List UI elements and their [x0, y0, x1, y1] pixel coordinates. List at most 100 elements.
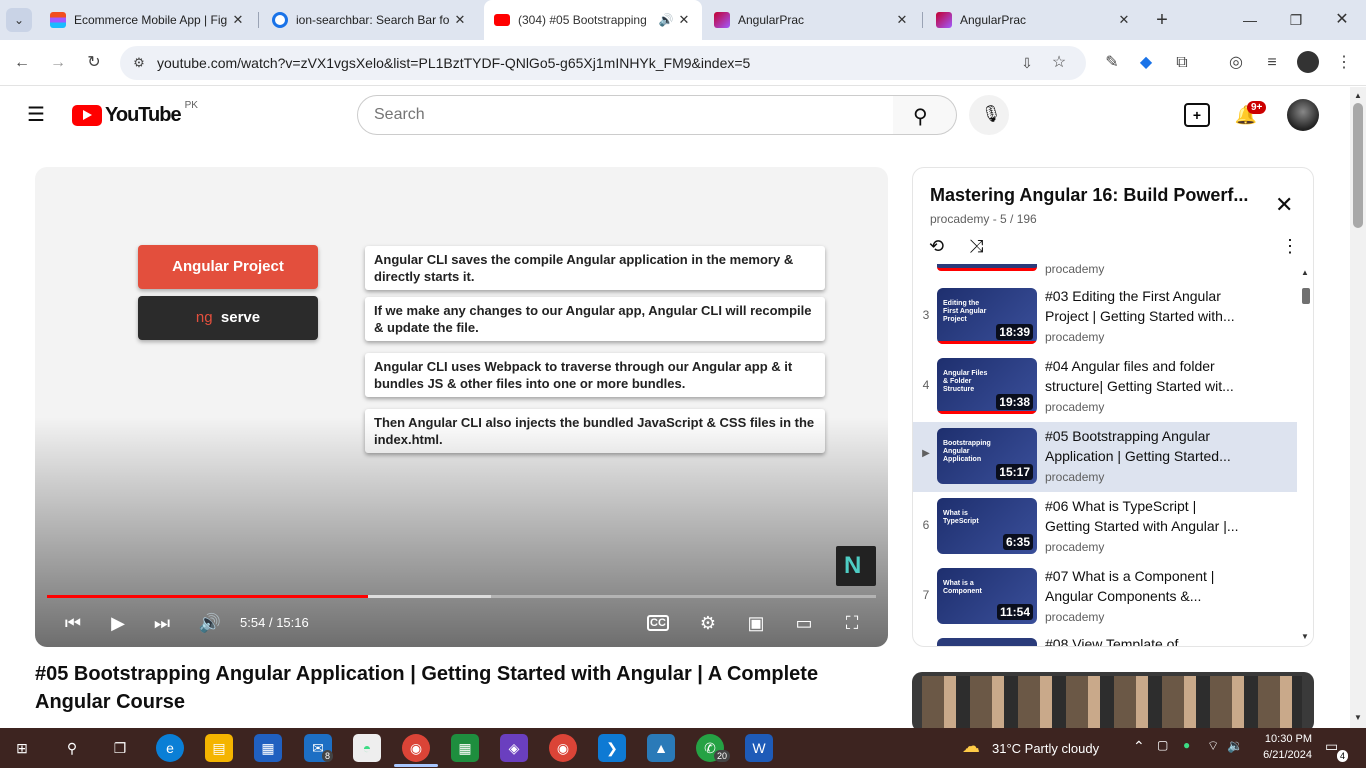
- tab-angularprac-2[interactable]: AngularPrac ✕: [926, 0, 1142, 40]
- clock[interactable]: 10:30 PM 6/21/2024: [1252, 731, 1312, 763]
- file-explorer-icon[interactable]: ▤: [205, 734, 233, 762]
- microphone-icon: 🎙: [981, 106, 1002, 123]
- close-icon[interactable]: ✕: [1275, 192, 1293, 218]
- minimize-button[interactable]: —: [1238, 8, 1262, 32]
- vscode-icon[interactable]: ❯: [598, 734, 626, 762]
- item-index: 6: [922, 518, 930, 532]
- performance-icon[interactable]: ◎: [1224, 51, 1248, 75]
- profile-avatar[interactable]: [1297, 51, 1319, 73]
- video-player[interactable]: Angular Project ng serve Angular CLI sav…: [35, 167, 888, 647]
- create-video-icon[interactable]: +: [1184, 103, 1210, 127]
- watermark-glyph: N: [844, 552, 862, 579]
- tab-figma[interactable]: Ecommerce Mobile App | Fig ✕: [40, 0, 256, 40]
- close-window-button[interactable]: ✕: [1330, 8, 1354, 32]
- miniplayer-icon[interactable]: ▣: [743, 611, 769, 635]
- close-tab-icon[interactable]: ✕: [676, 12, 692, 28]
- search-button[interactable]: ⚲: [893, 95, 957, 135]
- playlist-item-current[interactable]: ▶ Bootstrapping Angular Application 15:1…: [913, 422, 1297, 492]
- more-options-icon[interactable]: ⋮: [1281, 236, 1299, 257]
- close-tab-icon[interactable]: ✕: [1116, 12, 1132, 28]
- close-tab-icon[interactable]: ✕: [230, 12, 246, 28]
- store-icon[interactable]: ▦: [254, 734, 282, 762]
- reload-icon[interactable]: ↻: [82, 51, 106, 75]
- captions-icon[interactable]: CC: [647, 615, 669, 631]
- media-control-icon[interactable]: ≡: [1260, 51, 1284, 75]
- voice-search-button[interactable]: 🎙: [969, 95, 1009, 135]
- tray-app-icon[interactable]: ▢: [1157, 738, 1168, 752]
- watched-bar: [937, 411, 1037, 414]
- close-tab-icon[interactable]: ✕: [894, 12, 910, 28]
- tray-security-icon[interactable]: ●: [1183, 738, 1190, 752]
- weather-text[interactable]: 31°C Partly cloudy: [992, 741, 1099, 756]
- chrome-profile-icon[interactable]: ◉: [549, 734, 577, 762]
- page-scroll-thumb[interactable]: [1353, 103, 1363, 228]
- photos-icon[interactable]: ▲: [647, 734, 675, 762]
- word-icon[interactable]: W: [745, 734, 773, 762]
- back-icon[interactable]: ←: [10, 51, 34, 75]
- scroll-down-icon[interactable]: ▼: [1301, 632, 1309, 641]
- task-view-icon[interactable]: ❐: [106, 734, 134, 762]
- playlist-item[interactable]: 3 Editing the First Angular Project 18:3…: [913, 282, 1297, 352]
- theater-mode-icon[interactable]: ▭: [791, 611, 817, 635]
- visual-studio-icon[interactable]: ◈: [500, 734, 528, 762]
- tab-youtube-active[interactable]: (304) #05 Bootstrapping 🔊 ✕: [484, 0, 702, 40]
- bookmark-star-icon[interactable]: ☆: [1048, 52, 1070, 74]
- new-tab-button[interactable]: +: [1150, 8, 1174, 32]
- item-channel: procademy: [1045, 610, 1105, 624]
- volume-icon[interactable]: 🔊: [197, 611, 223, 635]
- windows-start-icon[interactable]: ⊞: [8, 734, 36, 762]
- volume-tray-icon[interactable]: 🔉: [1227, 738, 1243, 754]
- search-input[interactable]: [374, 104, 874, 126]
- fullscreen-icon[interactable]: ⛶: [839, 611, 865, 635]
- menu-kebab-icon[interactable]: ⋮: [1332, 51, 1356, 75]
- scroll-up-icon[interactable]: ▲: [1354, 91, 1362, 100]
- wifi-icon[interactable]: ⌔: [1207, 738, 1219, 754]
- chrome-taskbar-icon[interactable]: ◉: [402, 734, 430, 762]
- next-icon[interactable]: ⏭: [149, 611, 175, 635]
- duration-badge: 15:17: [996, 464, 1033, 480]
- channel-watermark-icon[interactable]: N: [836, 546, 876, 586]
- youtube-logo[interactable]: YouTube PK: [72, 100, 198, 126]
- playlist-item[interactable]: 4 Angular Files & Folder Structure 19:38…: [913, 352, 1297, 422]
- shuffle-icon[interactable]: ⤨: [969, 236, 983, 257]
- forward-icon[interactable]: →: [46, 51, 70, 75]
- tab-angularprac-1[interactable]: AngularPrac ✕: [704, 0, 920, 40]
- weather-icon[interactable]: ☁: [962, 736, 980, 757]
- tray-chevron-icon[interactable]: ⌃: [1133, 738, 1145, 755]
- playlist-scrollbar[interactable]: ▲ ▼: [1299, 268, 1313, 646]
- extensions-icon[interactable]: ⧉: [1170, 51, 1194, 75]
- hamburger-menu-icon[interactable]: ☰: [24, 103, 48, 127]
- address-bar[interactable]: ⚙ youtube.com/watch?v=zVX1vgsXelo&list=P…: [120, 46, 1086, 80]
- loop-icon[interactable]: ⟲: [929, 236, 944, 257]
- speaker-icon[interactable]: 🔊: [656, 13, 676, 27]
- extension-puzzle-icon[interactable]: ✎: [1100, 51, 1124, 75]
- serve-text: serve: [220, 309, 261, 326]
- sheets-icon[interactable]: ▦: [451, 734, 479, 762]
- promo-banner-image[interactable]: [912, 672, 1314, 732]
- notification-center-icon[interactable]: ▭: [1325, 738, 1338, 755]
- play-icon[interactable]: ▶: [105, 611, 131, 635]
- android-studio-icon[interactable]: ◓: [353, 734, 381, 762]
- site-info-icon[interactable]: ⚙: [128, 52, 150, 74]
- playlist-scroll-thumb[interactable]: [1302, 288, 1310, 304]
- settings-gear-icon[interactable]: ⚙: [695, 611, 721, 635]
- progress-bar[interactable]: [47, 595, 876, 598]
- extension-drop-icon[interactable]: ◆: [1134, 51, 1158, 75]
- scroll-down-icon[interactable]: ▼: [1354, 713, 1362, 722]
- taskbar-search-icon[interactable]: ⚲: [58, 734, 86, 762]
- install-app-icon[interactable]: ⇩: [1016, 52, 1038, 74]
- user-avatar[interactable]: [1287, 99, 1319, 131]
- scroll-up-icon[interactable]: ▲: [1301, 268, 1309, 277]
- previous-icon[interactable]: ⏮: [60, 611, 86, 635]
- angular-icon: [714, 12, 730, 28]
- edge-icon[interactable]: e: [156, 734, 184, 762]
- playlist-title[interactable]: Mastering Angular 16: Build Powerf...: [930, 185, 1248, 206]
- playlist-item[interactable]: 7 What is a Component 11:54 #07 What is …: [913, 562, 1297, 632]
- tab-ion-searchbar[interactable]: ion-searchbar: Search Bar fo ✕: [262, 0, 478, 40]
- time-separator: /: [268, 615, 273, 630]
- tab-search-button[interactable]: ⌄: [6, 8, 32, 32]
- url-text: youtube.com/watch?v=zVX1vgsXelo&list=PL1…: [157, 55, 751, 71]
- restore-button[interactable]: ❐: [1284, 8, 1308, 32]
- playlist-item[interactable]: 6 What is TypeScript 6:35 #06 What is Ty…: [913, 492, 1297, 562]
- close-tab-icon[interactable]: ✕: [452, 12, 468, 28]
